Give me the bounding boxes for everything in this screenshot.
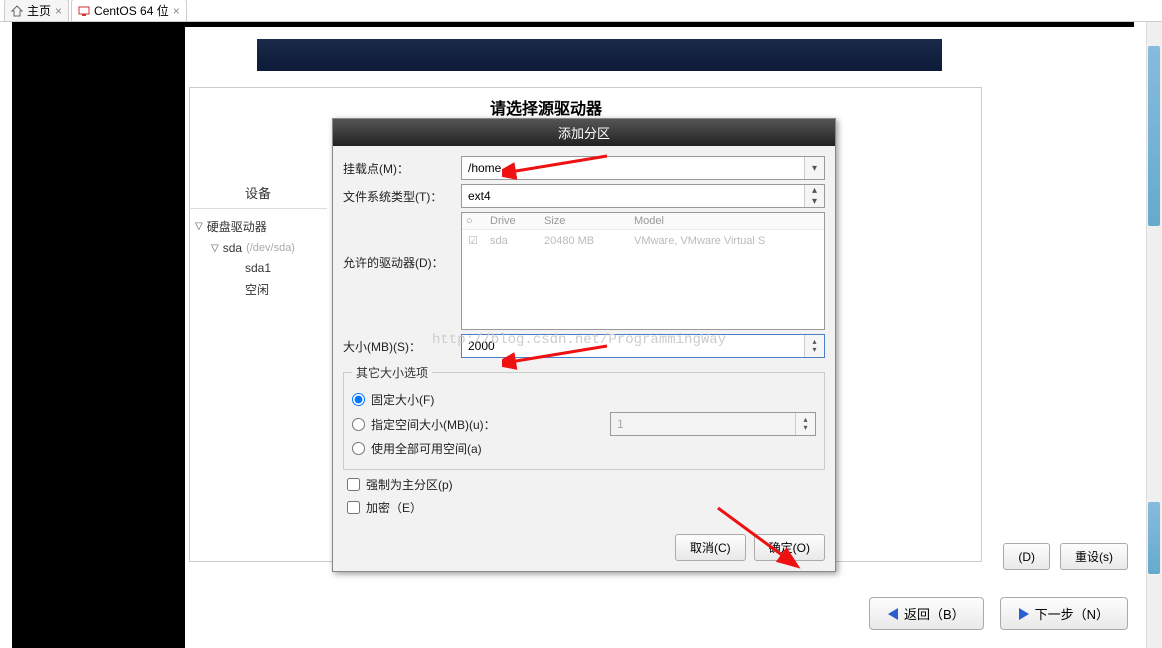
size-input[interactable] — [462, 335, 804, 357]
mount-combo[interactable]: ▾ — [461, 156, 825, 180]
scrollbar-thumb[interactable] — [1148, 46, 1160, 226]
tree-label: sda1 — [245, 261, 271, 275]
fs-input[interactable] — [462, 185, 804, 207]
other-size-options: 其它大小选项 固定大小(F) 指定空间大小(MB)(u)： ▴▾ 使用全部可用空… — [343, 364, 825, 470]
panel-buttons: (D) 重设(s) — [1003, 543, 1128, 570]
drive-check[interactable]: ☑ — [466, 234, 480, 247]
fillup-input — [611, 413, 795, 435]
chevron-down-icon[interactable]: ▾ — [804, 157, 824, 179]
cancel-button[interactable]: 取消(C) — [675, 534, 746, 561]
tab-vm[interactable]: CentOS 64 位 × — [71, 0, 187, 21]
scrollbar-thumb[interactable] — [1148, 502, 1160, 574]
vm-icon — [78, 5, 90, 17]
installer-banner — [257, 39, 942, 71]
tree-label: 空闲 — [245, 281, 269, 298]
col-size: Size — [544, 215, 624, 227]
col-model: Model — [634, 215, 664, 227]
radio-label: 使用全部可用空间(a) — [371, 440, 482, 457]
close-icon[interactable]: × — [55, 4, 62, 18]
col-drive: Drive — [490, 215, 534, 227]
tab-bar: 主页 × CentOS 64 位 × — [0, 0, 1162, 22]
nav-buttons: 返回（B） 下一步（N） — [189, 597, 1128, 630]
right-scrollbar[interactable] — [1146, 22, 1162, 648]
button-label: 下一步（N） — [1035, 604, 1109, 623]
tree-sda1[interactable]: sda1 — [189, 258, 327, 278]
spinner-arrows-icon[interactable]: ▴▾ — [795, 413, 815, 435]
add-partition-dialog: 添加分区 挂载点(M)： ▾ 文件系统类型(T)： ▴▾ 允许的驱动器(D)： — [332, 118, 836, 572]
vm-viewport: 请选择源驱动器 设备 ▽ 硬盘驱动器 ▽ sda (/dev/sda) sda1… — [12, 22, 1134, 648]
tab-label: CentOS 64 位 — [94, 2, 169, 19]
radio-fixed[interactable] — [352, 393, 365, 406]
check-label: 强制为主分区(p) — [366, 476, 453, 493]
device-tree: ▽ 硬盘驱动器 ▽ sda (/dev/sda) sda1 空闲 — [189, 215, 327, 301]
ok-button[interactable]: 确定(O) — [754, 534, 825, 561]
check-label: 加密（E） — [366, 499, 422, 516]
back-button[interactable]: 返回（B） — [869, 597, 984, 630]
radio-fillup[interactable] — [352, 418, 365, 431]
tree-label: sda — [223, 241, 242, 255]
radio-all[interactable] — [352, 442, 365, 455]
home-icon — [11, 5, 23, 17]
arrow-right-icon — [1019, 608, 1029, 620]
drive-model: VMware, VMware Virtual S — [634, 235, 765, 247]
drive-size: 20480 MB — [544, 235, 624, 247]
tree-toggle-icon[interactable]: ▽ — [195, 221, 203, 232]
d-button[interactable]: (D) — [1003, 543, 1050, 570]
section-title: 请选择源驱动器 — [490, 95, 602, 119]
tree-hdd[interactable]: ▽ 硬盘驱动器 — [189, 215, 327, 238]
drive-row[interactable]: ☑ sda 20480 MB VMware, VMware Virtual S — [462, 230, 824, 251]
button-label: 返回（B） — [904, 604, 965, 623]
tree-free[interactable]: 空闲 — [189, 278, 327, 301]
drive-name: sda — [490, 235, 534, 247]
allowed-drives-list[interactable]: ○ Drive Size Model ☑ sda 20480 MB VMware… — [461, 212, 825, 330]
tab-home[interactable]: 主页 × — [4, 0, 69, 21]
tree-label: 硬盘驱动器 — [207, 218, 267, 235]
radio-label: 固定大小(F) — [371, 391, 434, 408]
col-check: ○ — [466, 215, 480, 227]
tree-sda[interactable]: ▽ sda (/dev/sda) — [189, 238, 327, 258]
force-primary-check[interactable] — [347, 478, 360, 491]
encrypt-check[interactable] — [347, 501, 360, 514]
spinner-arrows-icon[interactable]: ▴▾ — [804, 335, 824, 357]
device-column-header: 设备 — [189, 177, 327, 209]
mount-label: 挂载点(M)： — [343, 160, 455, 177]
tree-meta: (/dev/sda) — [246, 242, 295, 254]
fs-combo[interactable]: ▴▾ — [461, 184, 825, 208]
fillup-spinner[interactable]: ▴▾ — [610, 412, 816, 436]
arrow-left-icon — [888, 608, 898, 620]
dialog-title: 添加分区 — [333, 119, 835, 146]
next-button[interactable]: 下一步（N） — [1000, 597, 1128, 630]
radio-label: 指定空间大小(MB)(u)： — [371, 416, 496, 433]
size-spinner[interactable]: ▴▾ — [461, 334, 825, 358]
spinner-arrows-icon[interactable]: ▴▾ — [804, 185, 824, 207]
allowed-label: 允许的驱动器(D)： — [343, 254, 455, 271]
tab-label: 主页 — [27, 2, 51, 19]
fs-label: 文件系统类型(T)： — [343, 188, 455, 205]
tree-toggle-icon[interactable]: ▽ — [211, 243, 219, 254]
mount-input[interactable] — [462, 157, 804, 179]
reset-button[interactable]: 重设(s) — [1060, 543, 1128, 570]
close-icon[interactable]: × — [173, 4, 180, 18]
size-label: 大小(MB)(S)： — [343, 338, 455, 355]
fieldset-legend: 其它大小选项 — [352, 364, 432, 381]
